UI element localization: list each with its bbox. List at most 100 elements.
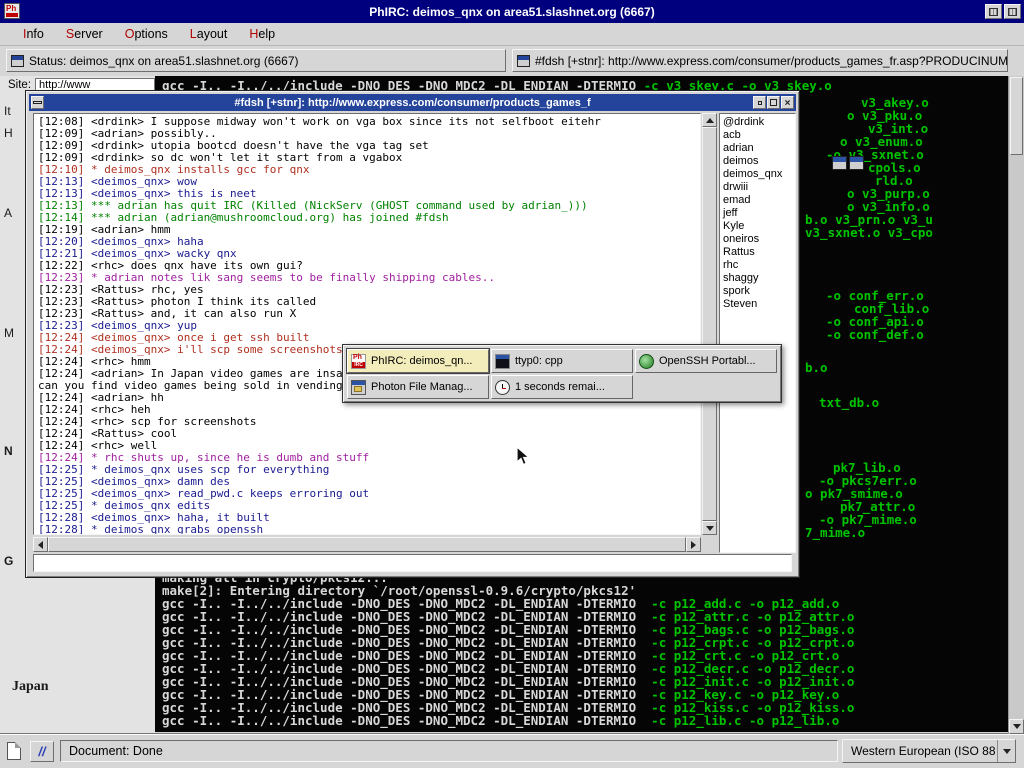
- user-list-item[interactable]: adrian: [723, 142, 792, 155]
- scrollbar-thumb[interactable]: [48, 537, 686, 552]
- chat-message: [12:25] * deimos_qnx uses scp for everyt…: [38, 463, 700, 475]
- arrow-right-icon: [691, 541, 696, 549]
- chat-message: [12:24] <deimos_qnx> once i get ssh buil…: [38, 331, 700, 343]
- menu-item-options[interactable]: Options: [114, 25, 179, 43]
- user-list-item[interactable]: shaggy: [723, 272, 792, 285]
- chat-message: [12:22] <rhc> does qnx have its own gui?: [38, 259, 700, 271]
- task-switcher-item[interactable]: Photon File Manag...: [347, 375, 489, 399]
- channel-tab[interactable]: #fdsh [+stnr]: http://www.express.com/co…: [512, 49, 1008, 72]
- task-switcher-item[interactable]: 1 seconds remai...: [491, 375, 633, 399]
- user-list-item[interactable]: rhc: [723, 259, 792, 272]
- user-list-item[interactable]: spork: [723, 285, 792, 298]
- resize-icon: [1008, 8, 1017, 16]
- menu-item-server[interactable]: Server: [55, 25, 114, 43]
- chat-message: [12:19] <adrian> hmm: [38, 223, 700, 235]
- user-list-item[interactable]: oneiros: [723, 233, 792, 246]
- document-status-text: Document: Done: [69, 744, 163, 758]
- phirc-app-icon: [4, 3, 20, 19]
- scroll-right-button[interactable]: [686, 537, 701, 552]
- scrollbar-thumb[interactable]: [702, 127, 717, 521]
- maximize-button[interactable]: [767, 96, 780, 109]
- task-switcher-item[interactable]: OpenSSH Portabl...: [635, 349, 777, 373]
- chat-message: [12:25] <deimos_qnx> read_pwd.c keeps er…: [38, 487, 700, 499]
- window-menu-icon: [33, 101, 42, 104]
- task-switcher-item-label: Photon File Manag...: [371, 381, 473, 393]
- chat-message: [12:09] <drdink> so dc won't let it star…: [38, 151, 700, 163]
- chat-message: [12:08] <drdink> I suppose midway won't …: [38, 115, 700, 127]
- user-list-item[interactable]: emad: [723, 194, 792, 207]
- maximize-icon: [770, 99, 777, 106]
- status-row: Status: deimos_qnx on area51.slashnet.or…: [0, 46, 1024, 76]
- window-menu-button[interactable]: [31, 96, 44, 109]
- user-list[interactable]: @drdinkacbadriandeimosdeimos_qnxdrwiiiem…: [719, 113, 796, 553]
- chat-message: [12:28] * deimos_qnx grabs openssh: [38, 523, 700, 535]
- navigator-button[interactable]: [30, 741, 54, 762]
- chat-message: [12:23] <Rattus> photon I think its call…: [38, 295, 700, 307]
- status-tab[interactable]: Status: deimos_qnx on area51.slashnet.or…: [6, 49, 506, 72]
- page-icon: [7, 742, 21, 760]
- terminal-icon: [495, 354, 510, 369]
- user-list-item[interactable]: Steven: [723, 298, 792, 311]
- user-list-item[interactable]: acb: [723, 129, 792, 142]
- user-list-item[interactable]: Rattus: [723, 246, 792, 259]
- file-manager-icon: [351, 380, 366, 395]
- scroll-down-button[interactable]: [1009, 719, 1024, 734]
- window-collapse-button[interactable]: [985, 4, 1002, 19]
- chat-message: [12:23] <Rattus> and, it can also run X: [38, 307, 700, 319]
- chat-message: [12:20] <deimos_qnx> haha: [38, 235, 700, 247]
- window-resize-button[interactable]: [1004, 4, 1021, 19]
- openssh-icon: [639, 354, 654, 369]
- task-switcher-items: PhIRC: deimos_qn...ttyp0: cpp OpenSSH Por…: [346, 348, 778, 400]
- message-input[interactable]: [33, 554, 792, 572]
- menu-item-help[interactable]: Help: [238, 25, 286, 43]
- main-window-title: PhIRC: deimos_qnx on area51.slashnet.org…: [369, 5, 654, 19]
- timer-icon: [495, 380, 510, 395]
- chat-message: [12:23] <deimos_qnx> yup: [38, 319, 700, 331]
- scroll-up-button[interactable]: [702, 113, 717, 127]
- menu-item-layout[interactable]: Layout: [179, 25, 239, 43]
- channel-window: #fdsh [+stnr]: http://www.express.com/co…: [25, 90, 800, 578]
- arrow-up-icon: [706, 118, 714, 123]
- channel-window-titlebar[interactable]: #fdsh [+stnr]: http://www.express.com/co…: [29, 94, 796, 111]
- user-list-item[interactable]: deimos: [723, 155, 792, 168]
- status-tab-label: Status: deimos_qnx on area51.slashnet.or…: [29, 54, 299, 68]
- chat-message: [12:09] <drdink> utopia bootcd doesn't h…: [38, 139, 700, 151]
- browser-status-bar: Document: Done Western European (ISO 88: [0, 734, 1024, 768]
- user-list-item[interactable]: drwiii: [723, 181, 792, 194]
- task-switcher-item[interactable]: PhIRC: deimos_qn...: [347, 349, 489, 373]
- chat-message: [12:13] <deimos_qnx> this is neet: [38, 187, 700, 199]
- chat-message: [12:14] *** adrian (adrian@mushroomcloud…: [38, 211, 700, 223]
- encoding-select[interactable]: Western European (ISO 88: [842, 739, 1016, 763]
- chat-message: [12:23] <Rattus> rhc, yes: [38, 283, 700, 295]
- chat-message: [12:24] <rhc> scp for screenshots: [38, 415, 700, 427]
- chat-message: [12:24] <Rattus> cool: [38, 427, 700, 439]
- arrow-left-icon: [38, 541, 43, 549]
- chat-log[interactable]: [12:08] <drdink> I suppose midway won't …: [33, 113, 701, 535]
- collapse-icon: [989, 8, 998, 16]
- chat-message: [12:24] * rhc shuts up, since he is dumb…: [38, 451, 700, 463]
- scroll-left-button[interactable]: [33, 537, 48, 552]
- chat-vertical-scrollbar[interactable]: [702, 113, 717, 535]
- scrollbar-thumb[interactable]: [1010, 77, 1023, 155]
- chat-message: [12:25] * deimos_qnx edits: [38, 499, 700, 511]
- user-list-item[interactable]: @drdink: [723, 116, 792, 129]
- user-list-item[interactable]: deimos_qnx: [723, 168, 792, 181]
- desktop: PhIRC: deimos_qnx on area51.slashnet.org…: [0, 0, 1024, 768]
- minimized-window-icon[interactable]: [832, 156, 847, 170]
- scroll-down-button[interactable]: [702, 521, 717, 535]
- user-list-item[interactable]: Kyle: [723, 220, 792, 233]
- channel-tab-label: #fdsh [+stnr]: http://www.express.com/co…: [535, 54, 1008, 68]
- user-list-item[interactable]: jeff: [723, 207, 792, 220]
- minimize-button[interactable]: [753, 96, 766, 109]
- menu-item-info[interactable]: Info: [12, 25, 55, 43]
- main-window-titlebar[interactable]: PhIRC: deimos_qnx on area51.slashnet.org…: [0, 0, 1024, 23]
- task-switcher-item[interactable]: ttyp0: cpp: [491, 349, 633, 373]
- chat-horizontal-scrollbar[interactable]: [33, 537, 701, 552]
- browser-vertical-scrollbar[interactable]: [1008, 76, 1024, 734]
- window-mini-icon: [11, 55, 24, 67]
- arrow-down-icon: [1013, 724, 1021, 729]
- chat-message: [12:13] *** adrian has quit IRC (Killed …: [38, 199, 700, 211]
- task-switcher-item-label: OpenSSH Portabl...: [659, 355, 756, 367]
- close-button[interactable]: [781, 96, 794, 109]
- minimized-window-icon[interactable]: [849, 156, 864, 170]
